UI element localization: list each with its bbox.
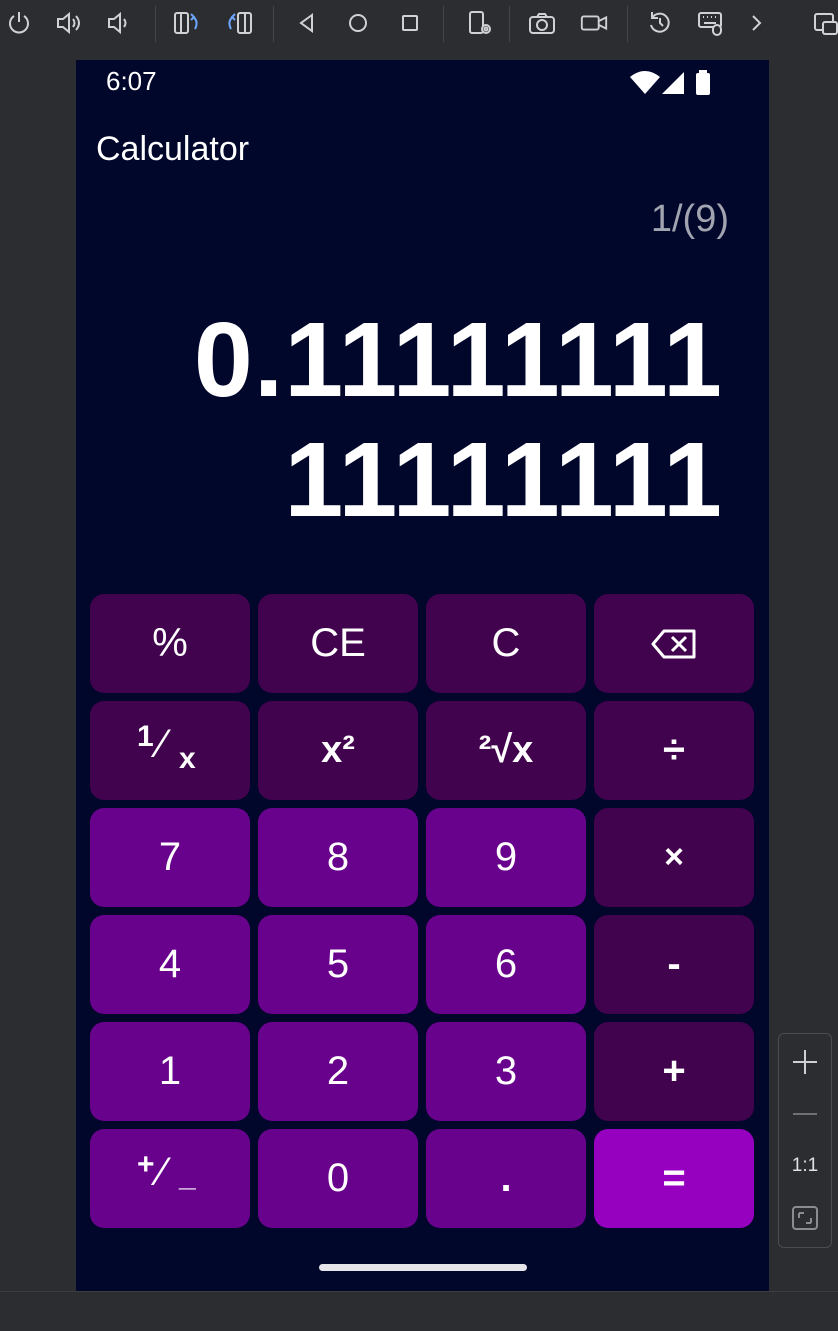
key-label: 5	[326, 942, 350, 986]
toolbar-divider	[509, 6, 510, 42]
key-label: 4	[158, 942, 182, 986]
five-key[interactable]: 5	[258, 915, 418, 1014]
one-key[interactable]: 1	[90, 1022, 250, 1121]
clear-key[interactable]: C	[426, 594, 586, 693]
key-label: 9	[494, 835, 518, 879]
zoom-out-button[interactable]	[779, 1094, 831, 1134]
zero-key[interactable]: 0	[258, 1129, 418, 1228]
key-label: 3	[494, 1049, 518, 1093]
plus-icon	[793, 1050, 817, 1074]
toolbar-divider	[155, 6, 156, 42]
backspace-icon	[651, 629, 696, 658]
key-label: C	[491, 621, 521, 665]
divide-key[interactable]: ÷	[594, 701, 754, 800]
square-root-key[interactable]: ²√x	[426, 701, 586, 800]
zoom-in-button[interactable]	[779, 1042, 831, 1082]
decimal-key[interactable]: .	[426, 1129, 586, 1228]
clear-entry-key[interactable]: CE	[258, 594, 418, 693]
emulator-toolbar	[0, 0, 838, 48]
minus-icon	[793, 1113, 817, 1115]
battery-icon	[696, 70, 710, 95]
reciprocal-subscript: x	[179, 741, 196, 775]
volume-up-icon[interactable]	[54, 8, 84, 38]
key-label: ×	[664, 838, 684, 876]
negate-key[interactable]: + ⁄ _	[90, 1129, 250, 1228]
fit-screen-icon	[792, 1206, 818, 1230]
window-icon[interactable]	[810, 8, 838, 38]
key-label: 8	[326, 835, 350, 879]
four-key[interactable]: 4	[90, 915, 250, 1014]
two-key[interactable]: 2	[258, 1022, 418, 1121]
emulator-bottom-strip	[0, 1291, 838, 1331]
power-icon[interactable]	[4, 8, 34, 38]
keyboard-icon[interactable]	[697, 8, 727, 38]
multiply-key[interactable]: ×	[594, 808, 754, 907]
square-key[interactable]: x²	[258, 701, 418, 800]
equals-key[interactable]: =	[594, 1129, 754, 1228]
chevron-right-icon[interactable]	[741, 8, 771, 38]
result-line-2: 11111111	[284, 421, 723, 539]
toolbar-divider	[627, 6, 628, 42]
key-label: 2	[326, 1049, 350, 1093]
six-key[interactable]: 6	[426, 915, 586, 1014]
key-label: ÷	[663, 728, 685, 772]
camera-icon[interactable]	[527, 8, 557, 38]
status-time: 6:07	[106, 66, 157, 96]
result-display: 0.11111111 11111111	[83, 300, 723, 540]
toolbar-divider	[443, 6, 444, 42]
seven-key[interactable]: 7	[90, 808, 250, 907]
key-label: 7	[158, 835, 182, 879]
expression-display: 1/(9)	[650, 198, 729, 240]
video-record-icon[interactable]	[579, 8, 609, 38]
plus-key[interactable]: +	[594, 1022, 754, 1121]
fraction-slash: ⁄	[159, 1149, 166, 1194]
rotate-left-icon[interactable]	[172, 8, 202, 38]
reciprocal-key[interactable]: 1 ⁄ x	[90, 701, 250, 800]
back-icon[interactable]	[292, 8, 322, 38]
keypad: % CE C 1 ⁄ x x² ²√x ÷ 7 8 9 × 4 5 6 - 1 …	[90, 594, 756, 1228]
wifi-icon	[630, 71, 660, 94]
reciprocal-superscript: 1	[137, 719, 154, 753]
backspace-key[interactable]	[594, 594, 754, 693]
negate-subscript: _	[179, 1159, 196, 1193]
key-label: 6	[494, 942, 518, 986]
key-label: +	[662, 1049, 686, 1093]
cellular-signal-icon	[662, 72, 684, 94]
zoom-panel: 1:1	[778, 1033, 832, 1248]
eight-key[interactable]: 8	[258, 808, 418, 907]
overview-icon[interactable]	[395, 8, 425, 38]
result-line-1: 0.11111111	[193, 301, 723, 419]
minus-key[interactable]: -	[594, 915, 754, 1014]
percent-key[interactable]: %	[90, 594, 250, 693]
rotate-right-icon[interactable]	[224, 8, 254, 38]
key-label: 0	[326, 1156, 350, 1200]
negate-superscript: +	[137, 1147, 155, 1181]
gesture-home-bar[interactable]	[319, 1264, 527, 1271]
key-label: 1	[158, 1049, 182, 1093]
three-key[interactable]: 3	[426, 1022, 586, 1121]
home-icon[interactable]	[343, 8, 373, 38]
key-label: .	[500, 1156, 512, 1200]
zoom-actual-size-button[interactable]: 1:1	[779, 1146, 831, 1186]
toolbar-divider	[273, 6, 274, 42]
status-icons	[628, 68, 728, 98]
nine-key[interactable]: 9	[426, 808, 586, 907]
zoom-ratio-label: 1:1	[791, 1155, 819, 1176]
key-label: %	[152, 621, 188, 665]
key-label: ²√x	[478, 729, 534, 771]
device-settings-icon[interactable]	[465, 8, 495, 38]
key-label: CE	[310, 621, 366, 665]
fraction-slash: ⁄	[159, 721, 166, 766]
key-label: =	[662, 1156, 686, 1200]
fit-screen-button[interactable]	[779, 1198, 831, 1238]
volume-down-icon[interactable]	[104, 8, 134, 38]
key-label: -	[667, 942, 681, 986]
key-label: x²	[321, 729, 355, 771]
app-title: Calculator	[96, 130, 250, 168]
snapshot-reset-icon[interactable]	[645, 8, 675, 38]
device-screen: 6:07 Calculator 1/(9) 0.11111111 1111111…	[76, 60, 769, 1291]
